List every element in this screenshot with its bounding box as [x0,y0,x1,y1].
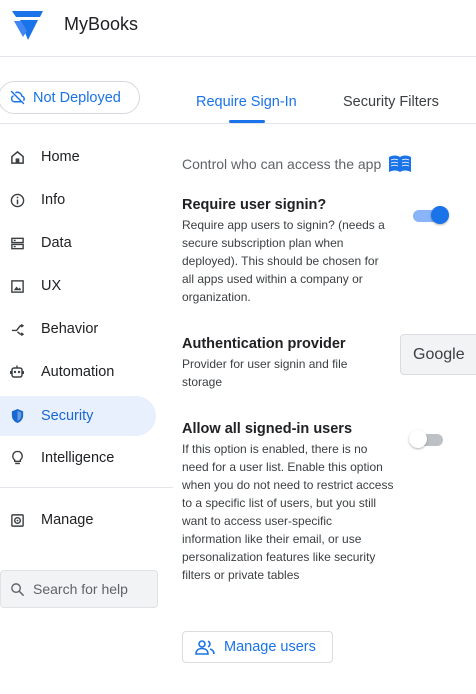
sidebar-item-automation[interactable]: Automation [0,352,156,392]
tabs-divider [0,123,476,124]
manage-users-button[interactable]: Manage users [182,631,333,663]
sidebar-item-label: Intelligence [41,450,115,466]
not-deployed-icon [10,90,25,105]
appsheet-logo-icon[interactable] [10,9,44,41]
sidebar-item-home[interactable]: Home [0,137,156,177]
sidebar-item-label: Data [41,235,72,251]
allow-all-users-title: Allow all signed-in users [182,421,353,437]
sidebar-item-data[interactable]: Data [0,223,156,263]
behavior-icon [9,321,25,337]
sidebar-item-label: Manage [41,512,94,528]
auth-provider-description: Provider for user signin and file storag… [182,357,348,389]
manage-icon [9,512,25,528]
sidebar-item-label: UX [41,278,62,294]
app-title: MyBooks [64,14,139,34]
help-search[interactable] [0,570,158,608]
sidebar-item-behavior[interactable]: Behavior [0,309,156,349]
sidebar-item-manage[interactable]: Manage [0,500,156,540]
sidebar-item-label: Automation [41,364,115,380]
require-signin-title: Require user signin? [182,197,327,213]
sidebar-item-info[interactable]: Info [0,180,156,220]
manage-users-icon [195,640,215,655]
sidebar-divider [0,487,173,488]
shield-icon [9,408,25,424]
sidebar-item-security[interactable]: Security [0,396,156,436]
help-search-input[interactable] [33,581,153,597]
toggle-knob [431,206,449,224]
manage-users-label: Manage users [224,639,316,655]
sidebar-item-intelligence[interactable]: Intelligence [0,438,156,478]
tab-require-sign-in[interactable]: Require Sign-In [196,94,297,110]
sidebar-item-label: Behavior [41,321,99,337]
deploy-status-button[interactable]: Not Deployed [0,81,140,114]
sidebar-item-label: Home [41,149,80,165]
documentation-book-icon[interactable] [388,154,412,173]
data-icon [9,235,25,251]
allow-all-users-toggle[interactable] [409,428,447,450]
sidebar-item-label: Security [41,408,94,424]
sidebar-item-label: Info [41,192,66,208]
deploy-status-label: Not Deployed [33,89,121,106]
sidebar-item-ux[interactable]: UX [0,266,156,306]
app-header: MyBooks [0,0,476,57]
automation-icon [9,364,25,380]
allow-all-users-description: If this option is enabled, there is no n… [182,442,394,582]
auth-provider-select[interactable]: Google [400,334,476,375]
intro-text: Control who can access the app [182,155,382,172]
home-icon [9,149,25,165]
require-signin-description: Require app users to signin? (needs a se… [182,218,385,304]
ux-icon [9,278,25,294]
intro-row: Control who can access the app [182,154,412,173]
lightbulb-icon [9,450,25,466]
require-signin-toggle[interactable] [411,204,449,226]
info-icon [9,192,25,208]
tab-security-filters[interactable]: Security Filters [343,94,439,110]
toggle-knob [409,430,427,448]
auth-provider-title: Authentication provider [182,336,346,352]
search-icon [11,582,25,596]
